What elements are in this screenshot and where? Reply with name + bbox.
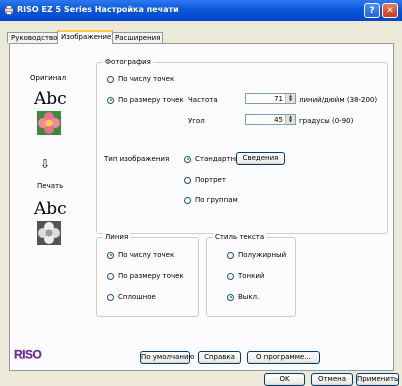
line-legend: Линия <box>103 233 131 242</box>
info-button[interactable]: Сведения <box>236 152 285 165</box>
text-semibold-label: Полужирный <box>238 251 287 259</box>
line-by-count-radio[interactable]: По числу точек <box>107 251 174 259</box>
text-thin-radio[interactable]: Тонкий <box>227 272 264 280</box>
image-type-groups-radio[interactable]: По группам <box>184 196 238 204</box>
svg-text:RISO: RISO <box>14 348 42 360</box>
photo-by-count-radio[interactable]: По числу точек <box>107 75 174 83</box>
line-by-count-label: По числу точек <box>118 251 175 259</box>
print-sample-text: Abc <box>34 199 67 219</box>
photo-by-size-label: По размеру точек <box>118 96 184 104</box>
cancel-button[interactable]: Отмена <box>311 373 353 386</box>
original-sample-text: Abc <box>34 89 67 109</box>
tab-guide[interactable]: Руководство <box>7 32 59 43</box>
image-settings-panel: Оригинал Abc ⇩ Печать Abc Фотография По … <box>9 43 394 371</box>
title-bar: RISO EZ 5 Series Настройка печати ? ✕ <box>0 0 402 21</box>
angle-value: 45 <box>274 116 283 124</box>
tab-extensions[interactable]: Расширения <box>111 32 163 43</box>
default-button[interactable]: По умолчанию <box>140 351 194 364</box>
text-off-label: Выкл. <box>238 293 260 301</box>
angle-label: Угол <box>188 117 205 125</box>
spin-arrows-icon[interactable]: ▲ ▼ <box>285 115 295 124</box>
radio-button-icon <box>184 196 191 204</box>
text-off-radio[interactable]: Выкл. <box>227 293 259 301</box>
line-solid-label: Сплошное <box>118 293 156 301</box>
radio-button-icon <box>107 272 114 280</box>
image-type-label: Тип изображения <box>104 155 170 163</box>
angle-unit: градусы (0-90) <box>299 117 354 125</box>
text-thin-label: Тонкий <box>238 272 265 280</box>
text-semibold-radio[interactable]: Полужирный <box>227 251 286 259</box>
photo-by-count-label: По числу точек <box>118 75 175 83</box>
radio-button-icon <box>184 176 191 184</box>
tab-image[interactable]: Изображение <box>57 30 113 44</box>
help-title-button[interactable]: ? <box>364 3 380 18</box>
line-solid-radio[interactable]: Сплошное <box>107 293 156 301</box>
frequency-value: 71 <box>274 95 283 103</box>
image-type-portrait-label: Портрет <box>195 176 226 184</box>
radio-selected-icon <box>107 96 114 104</box>
about-button[interactable]: О программе... <box>247 351 320 364</box>
help-button[interactable]: Справка <box>198 351 241 364</box>
original-label: Оригинал <box>30 74 67 82</box>
flower-color-image <box>37 111 61 135</box>
text-style-legend: Стиль текста <box>213 233 267 242</box>
image-type-portrait-radio[interactable]: Портрет <box>184 176 226 184</box>
line-by-size-radio[interactable]: По размеру точек <box>107 272 184 280</box>
frequency-spinbox[interactable]: 71 ▲ ▼ <box>245 93 296 104</box>
radio-button-icon <box>107 293 114 301</box>
arrow-down-icon: ⇩ <box>40 157 51 171</box>
photo-by-size-radio[interactable]: По размеру точек <box>107 96 184 104</box>
radio-button-icon <box>107 75 114 83</box>
photo-group: Фотография <box>96 58 388 234</box>
apply-button[interactable]: Применить <box>356 373 399 386</box>
frequency-unit: линий/дюйм (38-200) <box>299 96 378 104</box>
angle-spinbox[interactable]: 45 ▲ ▼ <box>245 114 296 125</box>
radio-button-icon <box>227 272 234 280</box>
radio-selected-icon <box>107 251 114 259</box>
print-label: Печать <box>37 182 64 190</box>
image-type-groups-label: По группам <box>195 196 238 204</box>
window-title: RISO EZ 5 Series Настройка печати <box>17 5 179 14</box>
riso-logo: RISO <box>14 348 42 360</box>
radio-button-icon <box>227 251 234 259</box>
flower-halftone-image <box>37 221 61 245</box>
line-by-size-label: По размеру точек <box>118 272 184 280</box>
spin-arrows-icon[interactable]: ▲ ▼ <box>285 94 295 103</box>
photo-legend: Фотография <box>103 58 153 67</box>
radio-selected-icon <box>227 293 234 301</box>
frequency-label: Частота <box>188 96 218 104</box>
printer-icon <box>4 5 14 15</box>
radio-selected-icon <box>184 155 191 163</box>
ok-button[interactable]: OK <box>264 373 305 386</box>
close-button[interactable]: ✕ <box>382 3 398 18</box>
